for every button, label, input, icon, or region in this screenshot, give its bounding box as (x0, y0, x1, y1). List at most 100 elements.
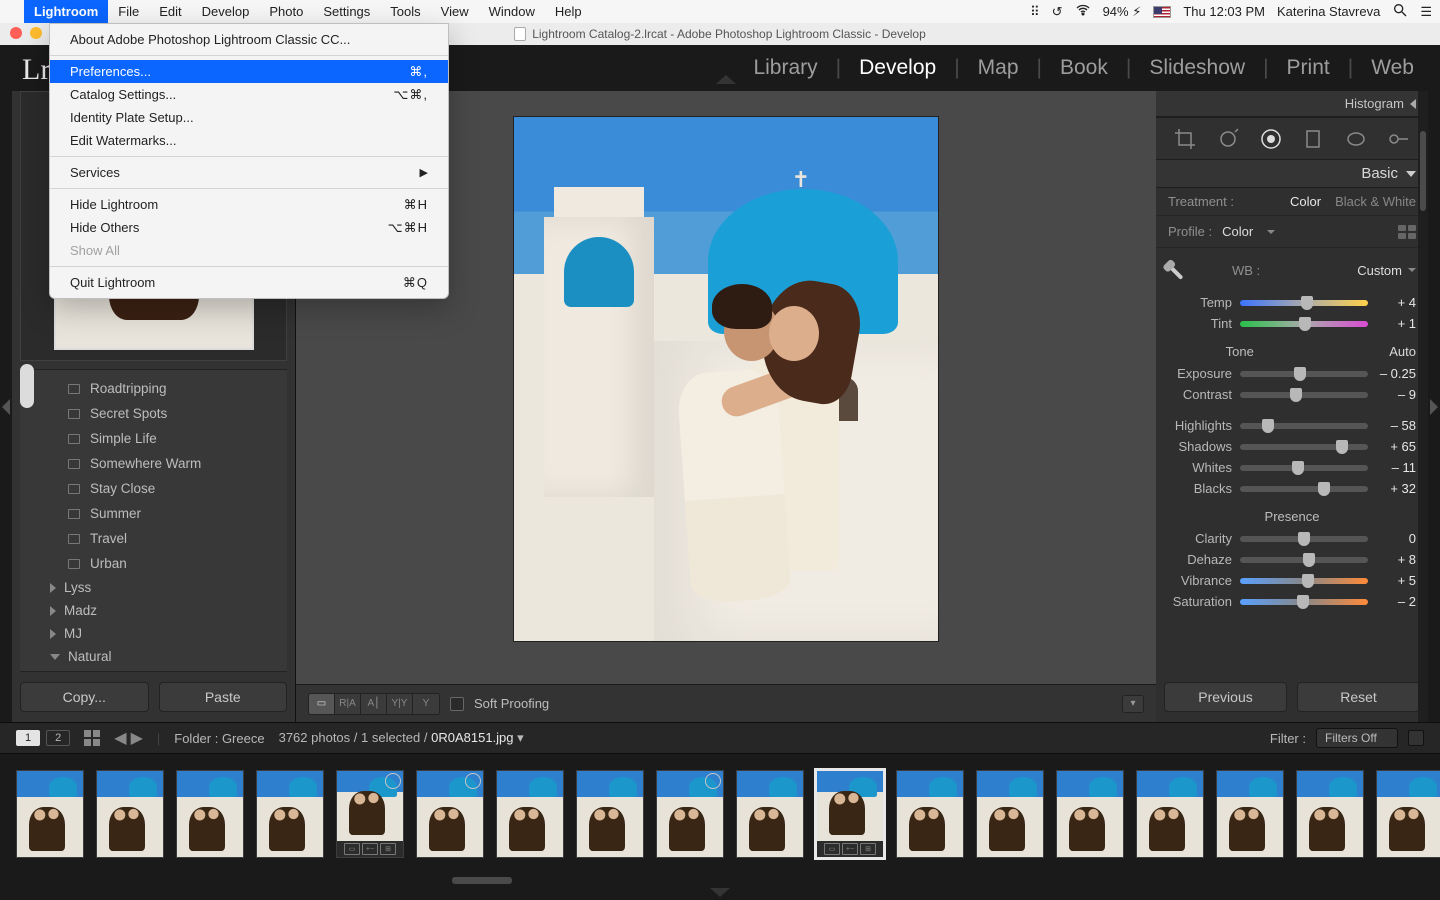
wifi-icon[interactable] (1075, 2, 1091, 21)
menubar-user[interactable]: Katerina Stavreva (1277, 4, 1380, 19)
timemachine-icon[interactable]: ↺ (1052, 4, 1063, 20)
module-print[interactable]: Print (1287, 56, 1330, 80)
slider-temp[interactable]: Temp+ 4 (1156, 292, 1428, 313)
redeye-tool-icon[interactable] (1256, 125, 1286, 153)
secondary-display-toggle[interactable]: 12 (16, 730, 70, 746)
menu-edit-watermarks[interactable]: Edit Watermarks... (50, 129, 448, 152)
auto-tone-button[interactable]: Auto (1389, 344, 1416, 359)
apple-menu[interactable] (8, 0, 24, 23)
slider-exposure[interactable]: Exposure– 0.25 (1156, 363, 1428, 384)
filmstrip-thumb[interactable] (1296, 770, 1364, 858)
filmstrip-thumb[interactable] (576, 770, 644, 858)
histogram-header[interactable]: Histogram (1156, 91, 1428, 117)
slider-shadows[interactable]: Shadows+ 65 (1156, 436, 1428, 457)
left-panel-grab-handle[interactable] (20, 364, 34, 408)
preset-item[interactable]: Summer (40, 501, 287, 526)
filmstrip[interactable]: ▭+−⊞ ▭+−⊞ (0, 754, 1440, 874)
menu-view[interactable]: View (431, 0, 479, 23)
filmstrip-thumb[interactable] (1216, 770, 1284, 858)
filter-lock-icon[interactable] (1408, 730, 1424, 746)
preset-item[interactable]: Stay Close (40, 476, 287, 501)
slider-blacks[interactable]: Blacks+ 32 (1156, 478, 1428, 499)
menu-identity-plate[interactable]: Identity Plate Setup... (50, 106, 448, 129)
module-map[interactable]: Map (978, 56, 1019, 80)
filmstrip-scrollbar[interactable] (0, 874, 1440, 888)
copy-button[interactable]: Copy... (20, 682, 149, 712)
control-center-icon[interactable]: ☰ (1420, 4, 1432, 20)
right-panel-scrollbar[interactable] (1418, 91, 1428, 722)
battery-status[interactable]: 94% ⚡︎ (1103, 4, 1142, 20)
menu-about[interactable]: About Adobe Photoshop Lightroom Classic … (50, 28, 448, 51)
filmstrip-thumb-selected[interactable]: ▭+−⊞ (816, 770, 884, 858)
filmstrip-thumb[interactable] (1056, 770, 1124, 858)
preset-folder[interactable]: MJ (40, 622, 287, 645)
preset-item[interactable]: Roadtripping (40, 376, 287, 401)
preset-item[interactable]: Secret Spots (40, 401, 287, 426)
slider-clarity[interactable]: Clarity0 (1156, 528, 1428, 549)
radial-filter-tool-icon[interactable] (1341, 125, 1371, 153)
filmstrip-thumb[interactable] (976, 770, 1044, 858)
wb-eyedropper-icon[interactable] (1162, 250, 1202, 290)
menu-photo[interactable]: Photo (259, 0, 313, 23)
slider-contrast[interactable]: Contrast– 9 (1156, 384, 1428, 405)
treatment-bw[interactable]: Black & White (1335, 194, 1416, 209)
left-panel-collapse[interactable] (0, 91, 12, 722)
grid-view-icon[interactable] (84, 730, 100, 746)
top-panel-nub-icon[interactable] (716, 75, 736, 84)
profile-row[interactable]: Profile : Color (1156, 216, 1428, 248)
filmstrip-thumb[interactable]: ▭+−⊞ (336, 770, 404, 858)
filmstrip-thumb[interactable] (1136, 770, 1204, 858)
filmstrip-thumb[interactable] (736, 770, 804, 858)
filmstrip-thumb[interactable] (16, 770, 84, 858)
preset-item[interactable]: Somewhere Warm (40, 451, 287, 476)
menu-window[interactable]: Window (479, 0, 545, 23)
slider-whites[interactable]: Whites– 11 (1156, 457, 1428, 478)
reset-button[interactable]: Reset (1297, 682, 1420, 712)
preset-item[interactable]: Simple Life (40, 426, 287, 451)
main-photo[interactable]: ✝ (514, 117, 938, 641)
filmstrip-thumb[interactable] (176, 770, 244, 858)
basic-panel-header[interactable]: Basic (1156, 160, 1428, 188)
filmstrip-thumb[interactable] (416, 770, 484, 858)
module-develop[interactable]: Develop (859, 56, 936, 80)
preset-item[interactable]: Travel (40, 526, 287, 551)
folder-breadcrumb[interactable]: Folder : Greece (174, 731, 264, 746)
menu-hide-lightroom[interactable]: Hide Lightroom⌘H (50, 193, 448, 216)
spot-removal-tool-icon[interactable] (1213, 125, 1243, 153)
filmstrip-thumb[interactable] (896, 770, 964, 858)
module-slideshow[interactable]: Slideshow (1149, 56, 1245, 80)
bottom-panel-nub-icon[interactable] (0, 888, 1440, 900)
input-source-flag-icon[interactable] (1153, 6, 1171, 18)
previous-button[interactable]: Previous (1164, 682, 1287, 712)
app-menu-lightroom[interactable]: Lightroom (24, 0, 108, 23)
right-panel-collapse[interactable] (1428, 91, 1440, 722)
menu-develop[interactable]: Develop (192, 0, 260, 23)
preset-folder[interactable]: Lyss (40, 576, 287, 599)
menu-preferences[interactable]: Preferences...⌘, (50, 60, 448, 83)
filmstrip-thumb[interactable] (496, 770, 564, 858)
menu-file[interactable]: File (108, 0, 149, 23)
nav-back-forward[interactable]: ◀▶ (114, 728, 143, 748)
view-mode-segmented[interactable]: ▭ R|A A⎮ Y|Y Y (308, 693, 440, 715)
slider-dehaze[interactable]: Dehaze+ 8 (1156, 549, 1428, 570)
filmstrip-thumb[interactable] (256, 770, 324, 858)
menu-settings[interactable]: Settings (313, 0, 380, 23)
menu-quit[interactable]: Quit Lightroom⌘Q (50, 271, 448, 294)
menu-tools[interactable]: Tools (380, 0, 430, 23)
treatment-color[interactable]: Color (1290, 194, 1321, 209)
preset-folder[interactable]: Natural (40, 645, 287, 668)
slider-vibrance[interactable]: Vibrance+ 5 (1156, 570, 1428, 591)
spotlight-icon[interactable] (1392, 2, 1408, 21)
menu-catalog-settings[interactable]: Catalog Settings...⌥⌘, (50, 83, 448, 106)
menubar-clock[interactable]: Thu 12:03 PM (1183, 4, 1265, 19)
menu-edit[interactable]: Edit (149, 0, 191, 23)
filmstrip-thumb[interactable] (96, 770, 164, 858)
menu-hide-others[interactable]: Hide Others⌥⌘H (50, 216, 448, 239)
slider-tint[interactable]: Tint+ 1 (1156, 313, 1428, 334)
slider-saturation[interactable]: Saturation– 2 (1156, 591, 1428, 612)
preset-folder[interactable]: Madz (40, 599, 287, 622)
toolbar-options-chevron-icon[interactable]: ▾ (1122, 695, 1144, 713)
dropbox-icon[interactable]: ⠿ (1030, 4, 1040, 20)
preset-item[interactable]: Urban (40, 551, 287, 576)
slider-highlights[interactable]: Highlights– 58 (1156, 415, 1428, 436)
